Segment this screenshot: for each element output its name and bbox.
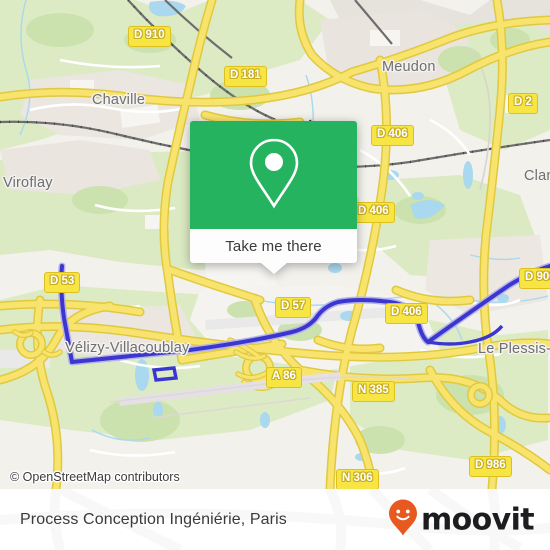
popup-tail-pointer xyxy=(260,263,287,274)
footer-bar: Process Conception Ingéniérie, Paris moo… xyxy=(0,489,550,550)
moovit-map-screenshot: Chaville Meudon Viroflay Clam Vélizy-Vil… xyxy=(0,0,550,550)
take-me-there-label[interactable]: Take me there xyxy=(225,238,321,255)
popup-icon-area xyxy=(190,121,357,229)
moovit-brand[interactable]: moovit xyxy=(388,498,535,541)
moovit-smiley-pin-icon xyxy=(388,498,418,541)
location-popup-card[interactable]: Take me there xyxy=(190,121,357,274)
popup-action-area[interactable]: Take me there xyxy=(190,229,357,274)
map-canvas[interactable]: Chaville Meudon Viroflay Clam Vélizy-Vil… xyxy=(0,0,550,489)
osm-attribution[interactable]: © OpenStreetMap contributors xyxy=(10,470,180,484)
moovit-wordmark: moovit xyxy=(420,502,535,537)
location-title: Process Conception Ingéniérie, Paris xyxy=(20,510,287,528)
map-pin-icon xyxy=(243,135,305,216)
